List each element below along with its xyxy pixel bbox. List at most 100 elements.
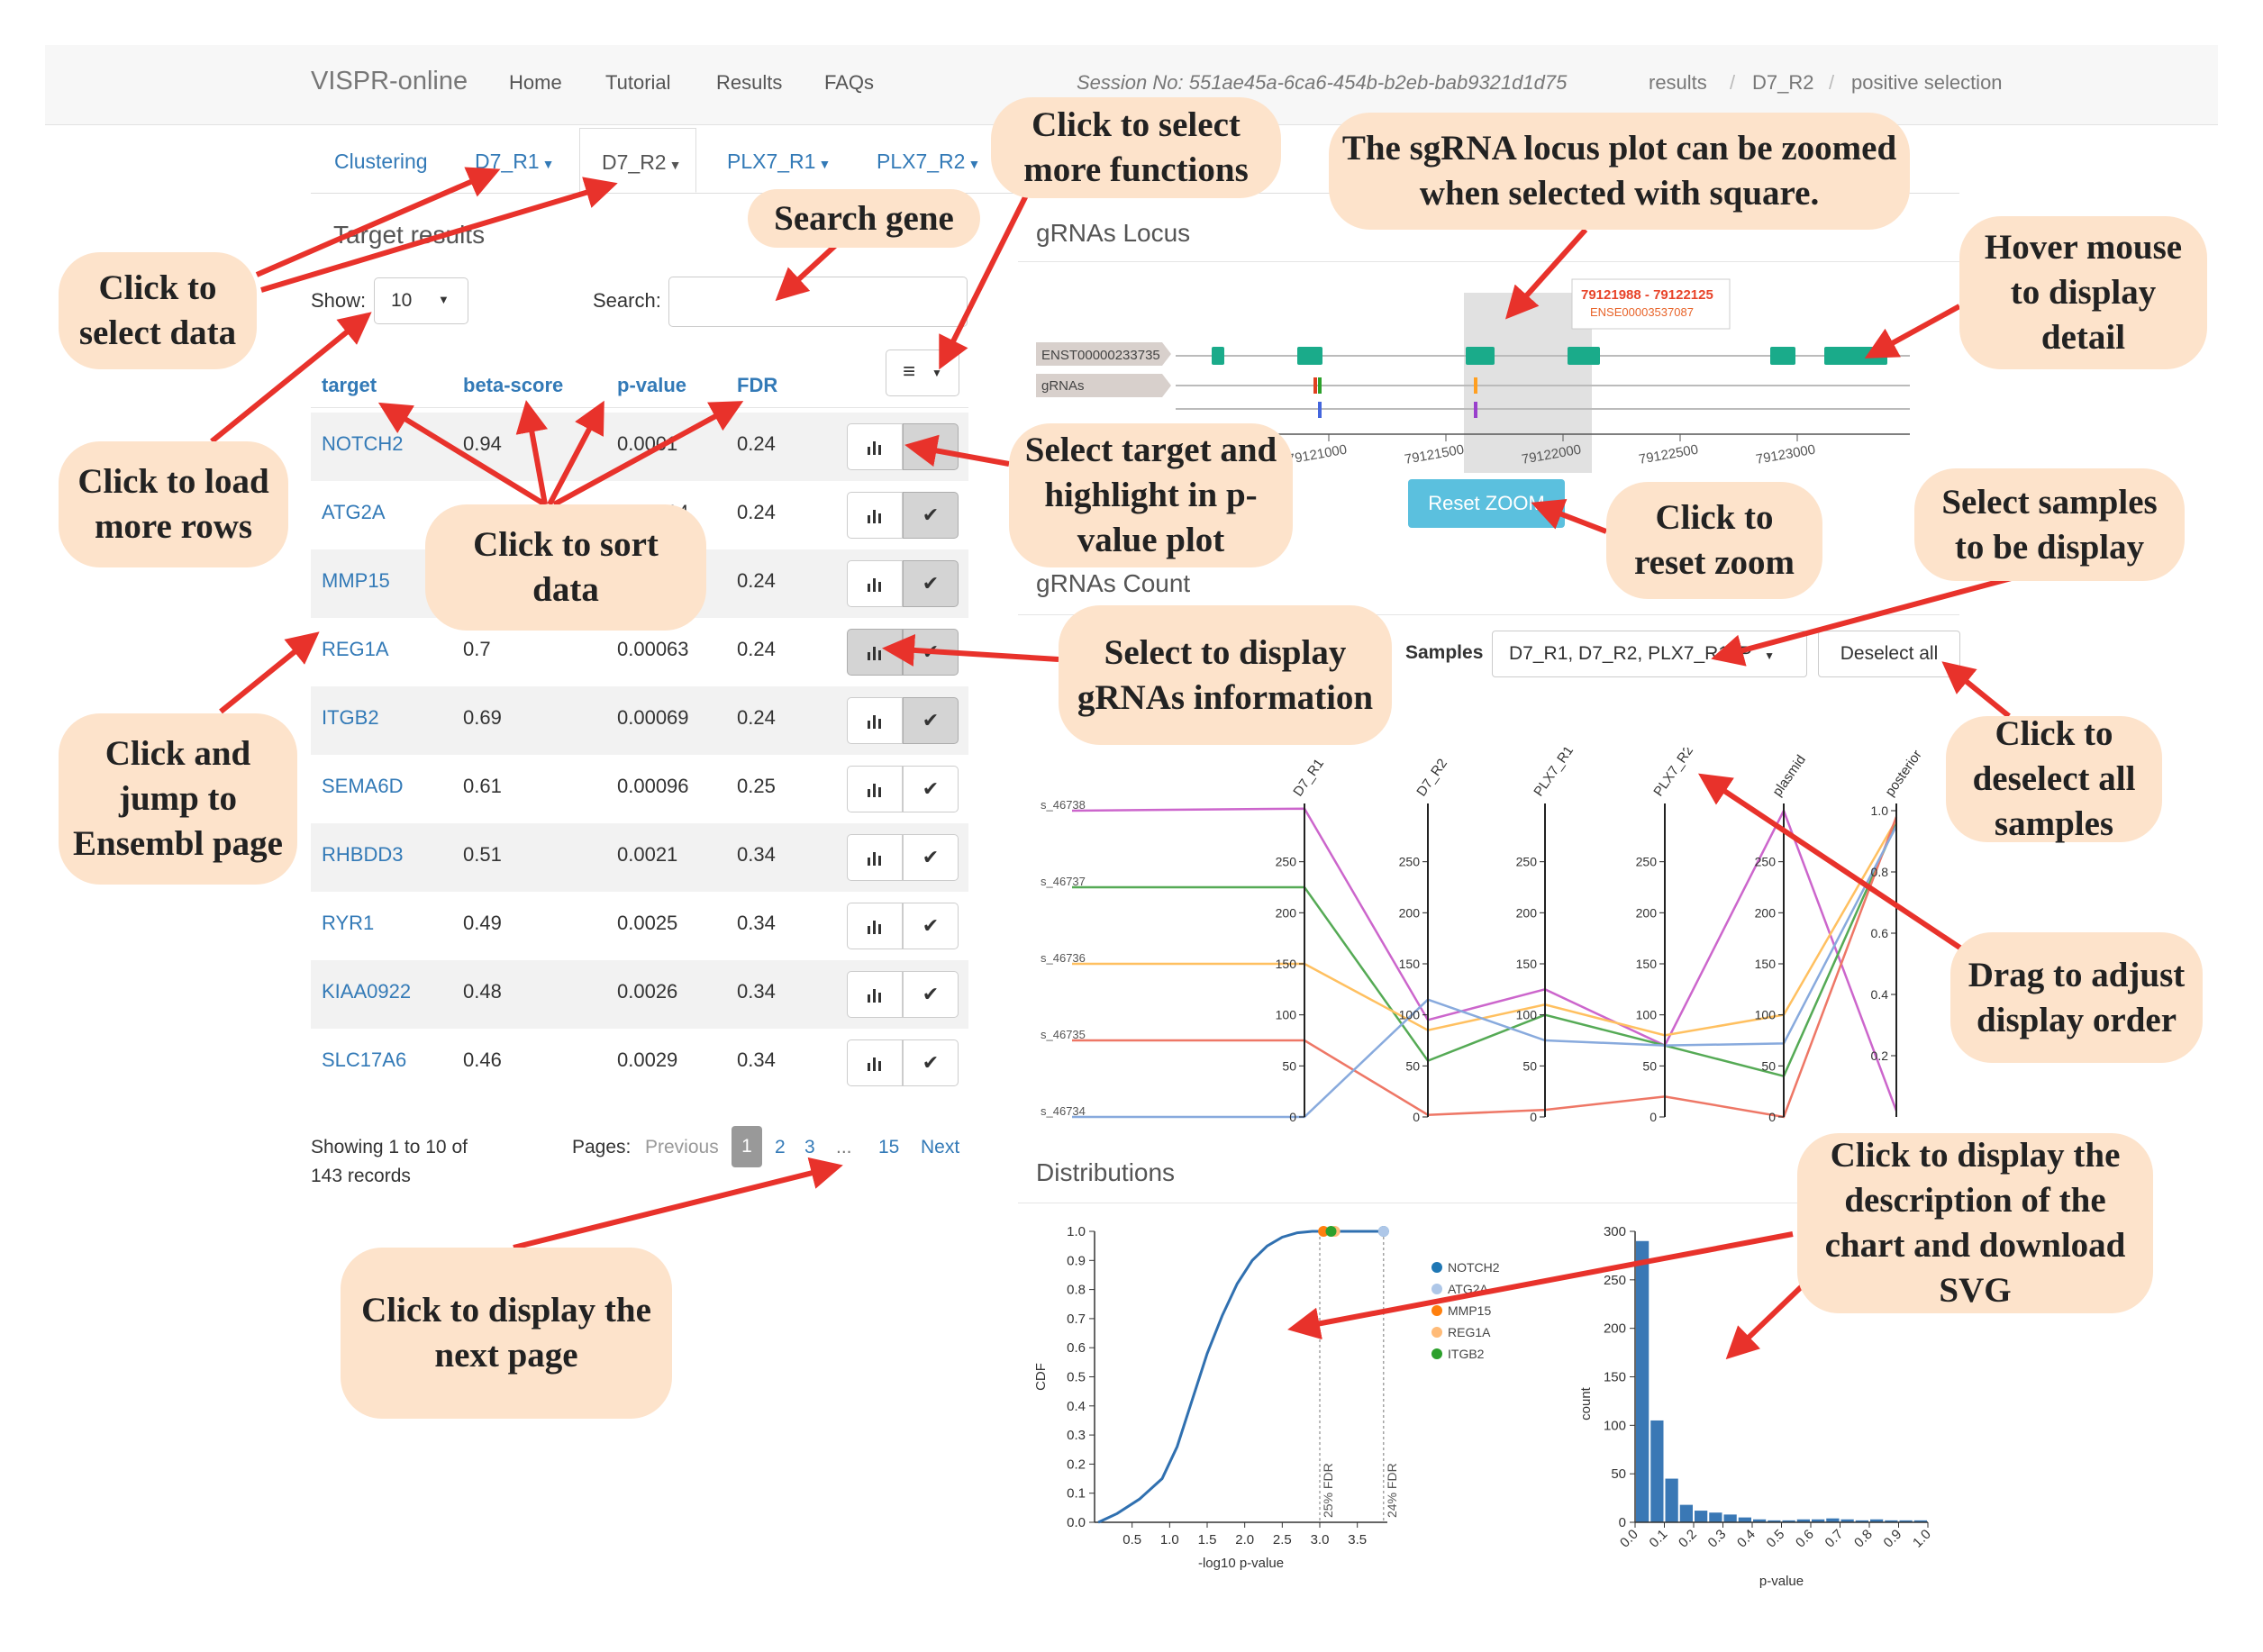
bar-chart-icon (865, 983, 885, 1005)
pager-page-15[interactable]: 15 (878, 1137, 899, 1158)
histogram-bar[interactable] (1695, 1511, 1708, 1522)
pager-next[interactable]: Next (921, 1137, 959, 1158)
highlight-target-button[interactable]: ✔ (903, 697, 959, 744)
highlight-target-button[interactable]: ✔ (903, 766, 959, 812)
grna-profile-line[interactable] (1072, 819, 1898, 1037)
deselect-all-button[interactable]: Deselect all (1818, 631, 1960, 677)
samples-select[interactable]: D7_R1, D7_R2, PLX7_R1, P ▼ (1492, 631, 1807, 677)
highlight-target-button[interactable]: ✔ (903, 1039, 959, 1086)
target-link[interactable]: KIAA0922 (322, 980, 411, 1003)
show-grnas-button[interactable] (847, 834, 903, 881)
target-marker[interactable] (1377, 1226, 1389, 1237)
exon[interactable] (1824, 347, 1887, 365)
table-row[interactable]: SLC17A6 0.46 0.0029 0.34 ✔ (311, 1029, 968, 1097)
highlight-target-button[interactable]: ✔ (903, 492, 959, 539)
cdf-line[interactable] (1097, 1230, 1384, 1524)
histogram-bar[interactable] (1709, 1512, 1722, 1522)
show-grnas-button[interactable] (847, 1039, 903, 1086)
grna-mark[interactable] (1474, 377, 1477, 394)
show-grnas-button[interactable] (847, 766, 903, 812)
pc-axis-label[interactable]: PLX7_R1 (1531, 748, 1577, 799)
exon[interactable] (1297, 347, 1322, 365)
table-row[interactable]: ITGB2 0.69 0.00069 0.24 ✔ (311, 686, 968, 755)
show-grnas-button[interactable] (847, 423, 903, 470)
grna-mark[interactable] (1313, 377, 1317, 394)
search-input[interactable] (668, 277, 968, 327)
rows-per-page-select[interactable]: 10 ▼ (374, 277, 468, 324)
highlight-target-button[interactable]: ✔ (903, 971, 959, 1018)
table-row[interactable]: KIAA0922 0.48 0.0026 0.34 ✔ (311, 960, 968, 1029)
breadcrumb-sample[interactable]: D7_R2 (1752, 71, 1813, 95)
grna-mark[interactable] (1318, 402, 1322, 418)
nav-faqs[interactable]: FAQs (824, 71, 874, 95)
target-link[interactable]: MMP15 (322, 569, 390, 593)
column-header-beta-score[interactable]: beta-score (463, 374, 563, 397)
target-link[interactable]: ITGB2 (322, 706, 379, 730)
exon[interactable] (1212, 347, 1224, 365)
target-link[interactable]: SEMA6D (322, 775, 403, 798)
pager-page-2[interactable]: 2 (775, 1137, 786, 1158)
table-row[interactable]: RHBDD3 0.51 0.0021 0.34 ✔ (311, 823, 968, 892)
exon[interactable] (1466, 347, 1495, 365)
pc-axis-label[interactable]: D7_R2 (1413, 756, 1450, 799)
target-marker[interactable] (1325, 1226, 1337, 1237)
pc-axis-label[interactable]: plasmid (1769, 752, 1809, 799)
highlight-target-button[interactable]: ✔ (903, 903, 959, 949)
histogram-bar[interactable] (1636, 1240, 1650, 1522)
histogram-bar[interactable] (1665, 1478, 1678, 1522)
table-row[interactable]: NOTCH2 0.94 0.0001 0.24 ✔ (311, 413, 968, 481)
tab-plx7-r1[interactable]: PLX7_R1 ▼ (727, 150, 831, 174)
highlight-target-button[interactable]: ✔ (903, 834, 959, 881)
column-header-p-value[interactable]: p-value (617, 374, 686, 397)
target-link[interactable]: RHBDD3 (322, 843, 403, 867)
target-link[interactable]: ATG2A (322, 501, 386, 524)
nav-tutorial[interactable]: Tutorial (605, 71, 671, 95)
exon[interactable] (1568, 347, 1600, 365)
parallel-coordinates-plot[interactable]: D7_R1 0 50 100 150 200 250 D7_R2 0 50 100 150 200 250… (1036, 748, 1928, 1144)
breadcrumb-results[interactable]: results (1649, 71, 1707, 95)
pc-axis-label[interactable]: posterior (1882, 748, 1924, 799)
column-header-fdr[interactable]: FDR (737, 374, 777, 397)
nav-home[interactable]: Home (509, 71, 562, 95)
brand[interactable]: VISPR-online (311, 67, 468, 96)
highlight-target-button[interactable]: ✔ (903, 423, 959, 470)
tab-d7-r2[interactable]: D7_R2 ▼ (579, 128, 696, 193)
target-link[interactable]: RYR1 (322, 912, 374, 935)
reset-zoom-button[interactable]: Reset ZOOM (1408, 479, 1565, 528)
cdf-chart[interactable]: 0.0 0.1 0.2 0.3 0.4 0.5 0.6 0.7 0.8 0.9 1.0 0.5 1.0 1… (1033, 1224, 1399, 1571)
target-link[interactable]: REG1A (322, 638, 389, 661)
column-menu-button[interactable]: ≡ ▼ (886, 349, 959, 396)
histogram-bar[interactable] (1723, 1514, 1737, 1522)
nav-results[interactable]: Results (716, 71, 782, 95)
show-grnas-button[interactable] (847, 629, 903, 676)
target-link[interactable]: NOTCH2 (322, 432, 403, 456)
pager-page-1[interactable]: 1 (732, 1126, 762, 1167)
histogram-bar[interactable] (1650, 1420, 1664, 1522)
tab-d7-r1[interactable]: D7_R1 ▼ (475, 150, 554, 174)
tab-clustering[interactable]: Clustering (334, 150, 428, 174)
show-grnas-button[interactable] (847, 971, 903, 1018)
histogram-bar[interactable] (1738, 1517, 1751, 1522)
target-link[interactable]: SLC17A6 (322, 1048, 406, 1072)
tab-plx7-r2[interactable]: PLX7_R2 ▼ (877, 150, 980, 174)
table-row[interactable]: RYR1 0.49 0.0025 0.34 ✔ (311, 892, 968, 960)
table-row[interactable]: SEMA6D 0.61 0.00096 0.25 ✔ (311, 755, 968, 823)
beta-score-cell: 0.7 (463, 638, 491, 660)
grna-mark[interactable] (1318, 377, 1322, 394)
pc-tick-label: 0 (1413, 1110, 1420, 1124)
show-grnas-button[interactable] (847, 560, 903, 607)
histogram-bar[interactable] (1679, 1504, 1693, 1522)
pc-axis-label[interactable]: D7_R1 (1290, 756, 1327, 799)
grna-mark[interactable] (1474, 402, 1477, 418)
show-grnas-button[interactable] (847, 903, 903, 949)
checkmark-icon: ✔ (922, 1051, 940, 1074)
show-grnas-button[interactable] (847, 697, 903, 744)
pager-page-3[interactable]: 3 (804, 1137, 815, 1158)
pager-previous[interactable]: Previous (645, 1137, 719, 1158)
column-header-target[interactable]: target (322, 374, 377, 397)
pc-axis-label[interactable]: PLX7_R2 (1650, 748, 1696, 799)
highlight-target-button[interactable]: ✔ (903, 629, 959, 676)
highlight-target-button[interactable]: ✔ (903, 560, 959, 607)
show-grnas-button[interactable] (847, 492, 903, 539)
exon[interactable] (1770, 347, 1795, 365)
